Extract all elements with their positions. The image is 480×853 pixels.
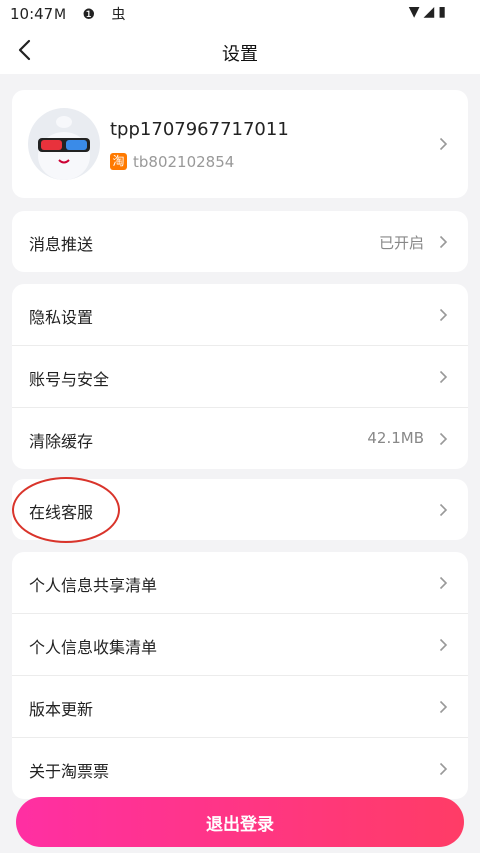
chevron-right-icon: [439, 308, 448, 322]
cache-size: 42.1MB: [367, 429, 424, 447]
row-label: 隐私设置: [29, 308, 94, 327]
profile-card[interactable]: tpp1707967717011 淘 tb802102854: [12, 90, 468, 198]
avatar[interactable]: [28, 108, 100, 180]
settings-row-info-sharing[interactable]: 个人信息共享清单: [12, 552, 468, 614]
chevron-right-icon: [439, 235, 448, 249]
chevron-right-icon: [439, 638, 448, 652]
account-settings-card: 隐私设置 账号与安全 清除缓存 42.1MB: [12, 284, 468, 469]
system-status-icons: ▼◢▮: [408, 4, 450, 20]
linked-account: 淘 tb802102854: [110, 151, 234, 171]
row-label: 关于淘票票: [29, 762, 110, 781]
username: tpp1707967717011: [110, 119, 289, 140]
settings-row-clear-cache[interactable]: 清除缓存 42.1MB: [12, 408, 468, 469]
chevron-right-icon: [439, 432, 448, 446]
settings-row-version-update[interactable]: 版本更新: [12, 676, 468, 738]
row-label: 个人信息收集清单: [29, 638, 158, 657]
status-time: 10:47: [10, 5, 54, 23]
row-label: 消息推送: [29, 235, 94, 254]
chevron-right-icon: [439, 137, 448, 151]
notification-settings-card: 消息推送 已开启: [12, 211, 468, 272]
row-label: 清除缓存: [29, 432, 94, 451]
status-bar: 10:47 M ❶ 虫 ▼◢▮: [0, 0, 480, 28]
chevron-right-icon: [439, 762, 448, 776]
nav-bar: 设置: [0, 28, 480, 74]
chevron-right-icon: [439, 700, 448, 714]
settings-row-info-collection[interactable]: 个人信息收集清单: [12, 614, 468, 676]
settings-row-push[interactable]: 消息推送 已开启: [12, 211, 468, 272]
settings-row-about[interactable]: 关于淘票票: [12, 738, 468, 799]
page-title: 设置: [222, 44, 258, 65]
row-value: 已开启: [378, 234, 424, 252]
settings-row-privacy[interactable]: 隐私设置: [12, 284, 468, 346]
annotation-highlight: [12, 477, 120, 543]
account-id: tb802102854: [133, 152, 235, 171]
row-label: 版本更新: [29, 700, 94, 719]
row-label: 个人信息共享清单: [29, 576, 158, 595]
row-label: 账号与安全: [29, 370, 110, 389]
avatar-mascot-icon: [38, 116, 90, 180]
chevron-right-icon: [439, 503, 448, 517]
taobao-icon: 淘: [110, 153, 127, 170]
logout-button[interactable]: 退出登录: [16, 797, 464, 847]
chevron-right-icon: [439, 576, 448, 590]
chevron-right-icon: [439, 370, 448, 384]
notification-icons: M ❶ 虫: [54, 7, 132, 23]
settings-row-security[interactable]: 账号与安全: [12, 346, 468, 408]
info-card: 个人信息共享清单 个人信息收集清单 版本更新 关于淘票票: [12, 552, 468, 799]
